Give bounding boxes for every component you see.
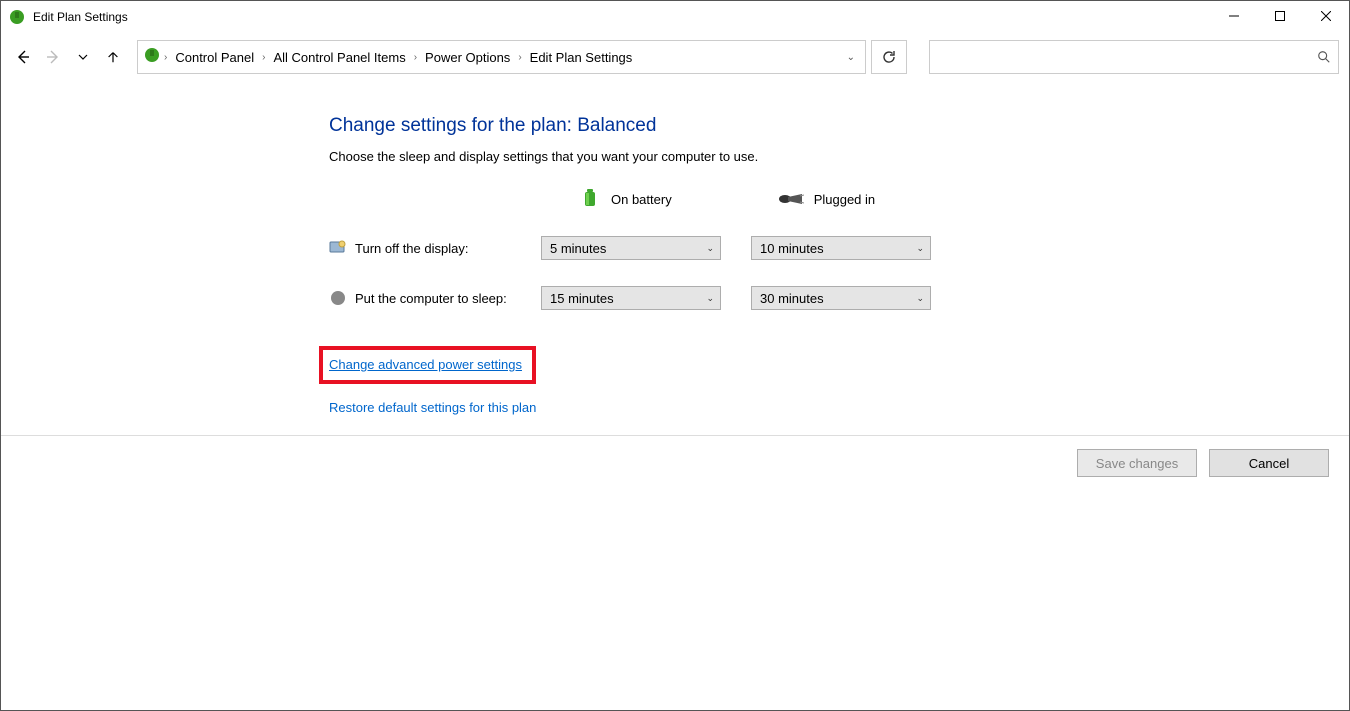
label-text: Turn off the display: <box>355 241 468 256</box>
save-changes-button[interactable]: Save changes <box>1077 449 1197 477</box>
chevron-down-icon: ⌄ <box>706 293 714 304</box>
sleep-plugged-combo[interactable]: 30 minutes ⌄ <box>751 286 931 310</box>
setting-label: Turn off the display: <box>329 239 527 257</box>
chevron-down-icon: ⌄ <box>706 243 714 254</box>
chevron-right-icon: › <box>262 52 265 63</box>
search-box[interactable] <box>929 40 1339 74</box>
column-label: On battery <box>611 192 672 207</box>
window-title: Edit Plan Settings <box>33 10 128 24</box>
display-battery-combo[interactable]: 5 minutes ⌄ <box>541 236 721 260</box>
content-pane: Change settings for the plan: Balanced C… <box>1 81 1349 415</box>
recent-locations-button[interactable] <box>71 45 95 69</box>
column-headers: On battery Plugged in <box>579 188 1349 210</box>
back-button[interactable] <box>11 45 35 69</box>
refresh-button[interactable] <box>871 40 907 74</box>
breadcrumb-item[interactable]: Edit Plan Settings <box>526 48 637 67</box>
chevron-right-icon: › <box>414 52 417 63</box>
titlebar: Edit Plan Settings <box>1 1 1349 33</box>
up-button[interactable] <box>101 45 125 69</box>
address-icon <box>144 47 160 68</box>
highlight-box: Change advanced power settings <box>319 346 536 384</box>
window-controls <box>1211 1 1349 31</box>
column-label: Plugged in <box>814 192 875 207</box>
column-header-plugged: Plugged in <box>778 188 875 210</box>
page-subtext: Choose the sleep and display settings th… <box>329 149 1349 164</box>
display-plugged-combo[interactable]: 10 minutes ⌄ <box>751 236 931 260</box>
close-button[interactable] <box>1303 1 1349 31</box>
column-header-battery: On battery <box>579 188 672 210</box>
combo-value: 10 minutes <box>760 241 824 256</box>
combo-value: 30 minutes <box>760 291 824 306</box>
chevron-right-icon: › <box>164 52 167 63</box>
search-icon[interactable] <box>1310 50 1338 64</box>
combo-value: 15 minutes <box>550 291 614 306</box>
address-bar[interactable]: › Control Panel › All Control Panel Item… <box>137 40 866 74</box>
app-icon <box>9 9 25 25</box>
breadcrumb-item[interactable]: Control Panel <box>171 48 258 67</box>
address-dropdown-button[interactable]: ⌄ <box>843 48 859 67</box>
setting-row-sleep: Put the computer to sleep: 15 minutes ⌄ 3… <box>329 286 1349 310</box>
chevron-down-icon: ⌄ <box>916 243 924 254</box>
chevron-down-icon: ⌄ <box>916 293 924 304</box>
toolbar: › Control Panel › All Control Panel Item… <box>1 33 1349 81</box>
minimize-button[interactable] <box>1211 1 1257 31</box>
battery-icon <box>579 188 601 210</box>
label-text: Put the computer to sleep: <box>355 291 507 306</box>
cancel-button[interactable]: Cancel <box>1209 449 1329 477</box>
moon-icon <box>329 289 347 307</box>
maximize-button[interactable] <box>1257 1 1303 31</box>
combo-value: 5 minutes <box>550 241 606 256</box>
restore-defaults-link[interactable]: Restore default settings for this plan <box>329 400 1349 415</box>
breadcrumb-item[interactable]: All Control Panel Items <box>269 48 409 67</box>
plug-icon <box>778 192 804 206</box>
search-input[interactable] <box>930 50 1310 65</box>
breadcrumb-item[interactable]: Power Options <box>421 48 514 67</box>
footer-buttons: Save changes Cancel <box>1077 449 1329 477</box>
setting-row-display: Turn off the display: 5 minutes ⌄ 10 minu… <box>329 236 1349 260</box>
advanced-power-settings-link[interactable]: Change advanced power settings <box>329 357 522 372</box>
links-section: Change advanced power settings Restore d… <box>329 346 1349 415</box>
monitor-icon <box>329 239 347 257</box>
footer-separator <box>1 435 1349 436</box>
chevron-right-icon: › <box>518 52 521 63</box>
setting-label: Put the computer to sleep: <box>329 289 527 307</box>
sleep-battery-combo[interactable]: 15 minutes ⌄ <box>541 286 721 310</box>
page-heading: Change settings for the plan: Balanced <box>329 115 1349 137</box>
forward-button[interactable] <box>41 45 65 69</box>
